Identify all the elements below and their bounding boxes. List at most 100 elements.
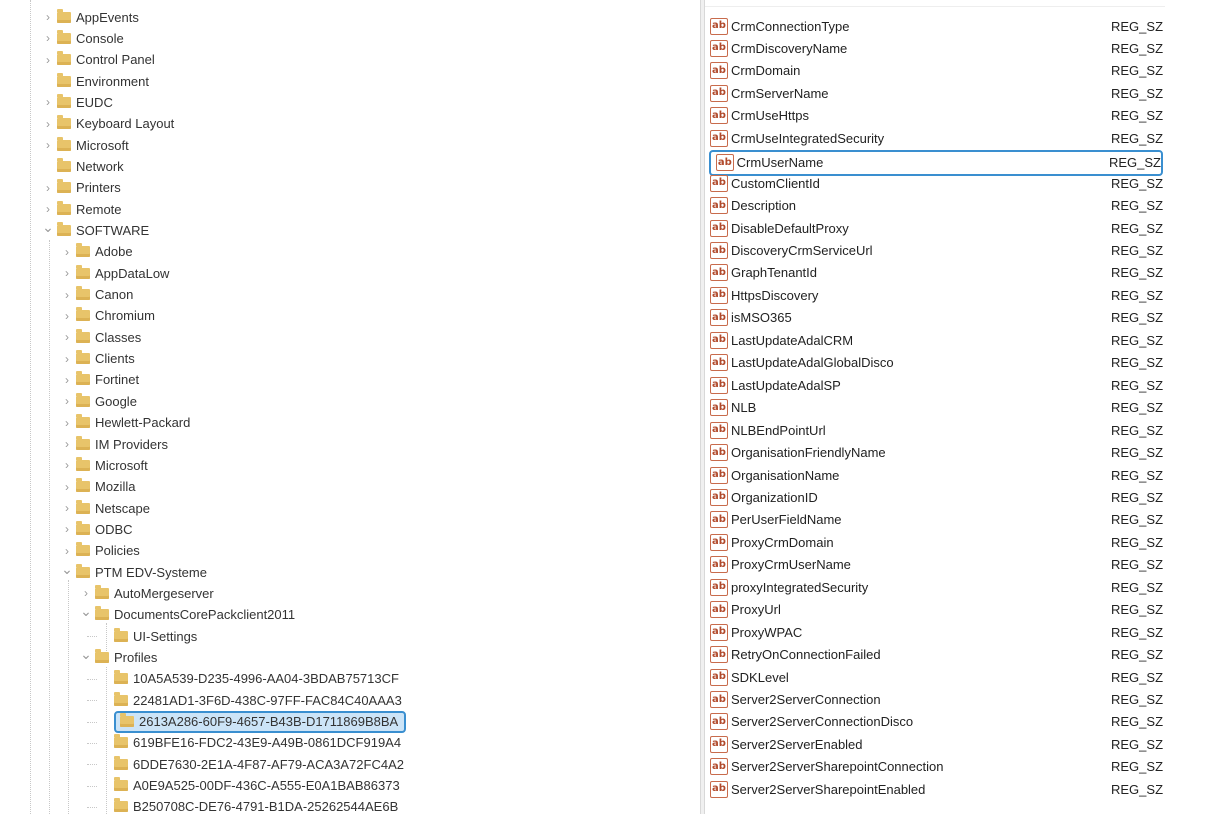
chevron-right-icon[interactable]: › xyxy=(80,583,92,603)
tree-item[interactable]: › AppDataLow xyxy=(61,263,169,283)
chevron-right-icon[interactable]: › xyxy=(42,50,54,70)
tree-item[interactable]: ›619BFE16-FDC2-43E9-A49B-0861DCF919A4 xyxy=(99,733,401,753)
registry-key-tree[interactable]: ›AppEvents›Console›Control Panel›Environ… xyxy=(0,0,700,814)
chevron-down-icon[interactable]: ⌄ xyxy=(61,559,73,579)
tree-item[interactable]: › Mozilla xyxy=(61,477,135,497)
tree-item[interactable]: › AutoMergeserver xyxy=(80,583,214,603)
value-row[interactable]: ab Server2ServerConnectionDisco REG_SZ xyxy=(705,711,1165,733)
chevron-right-icon[interactable]: › xyxy=(61,349,73,369)
value-row[interactable]: ab DiscoveryCrmServiceUrl REG_SZ xyxy=(705,240,1165,262)
chevron-right-icon[interactable]: › xyxy=(61,413,73,433)
value-row[interactable]: ab Server2ServerSharepointEnabled REG_SZ xyxy=(705,778,1165,800)
value-row[interactable]: ab ProxyUrl REG_SZ xyxy=(705,599,1165,621)
tree-item[interactable]: › ODBC xyxy=(61,519,133,539)
value-row[interactable]: ab GraphTenantId REG_SZ xyxy=(705,262,1165,284)
chevron-right-icon[interactable]: › xyxy=(61,434,73,454)
value-row[interactable]: ab Server2ServerEnabled REG_SZ xyxy=(705,733,1165,755)
tree-item[interactable]: › Classes xyxy=(61,327,141,347)
tree-item[interactable]: › Chromium xyxy=(61,306,155,326)
chevron-right-icon[interactable]: › xyxy=(61,541,73,561)
chevron-right-icon[interactable]: › xyxy=(61,242,73,262)
value-row[interactable]: ab LastUpdateAdalSP REG_SZ xyxy=(705,374,1165,396)
chevron-down-icon[interactable]: ⌄ xyxy=(80,645,92,665)
chevron-right-icon[interactable]: › xyxy=(42,92,54,112)
value-row[interactable]: ab CustomClientId REG_SZ xyxy=(705,172,1165,194)
tree-item[interactable]: ›B250708C-DE76-4791-B1DA-25262544AE6B xyxy=(99,797,398,814)
tree-item[interactable]: ›22481AD1-3F6D-438C-97FF-FAC84C40AAA3 xyxy=(99,690,402,710)
tree-item[interactable]: ›Network xyxy=(42,156,124,176)
registry-values-list[interactable]: ab CrmConnectionType REG_SZ ab CrmDiscoveryN… xyxy=(705,0,1212,814)
tree-item[interactable]: › Hewlett-Packard xyxy=(61,413,190,433)
tree-item[interactable]: ›UI-Settings xyxy=(99,626,197,646)
value-row[interactable]: ab proxyIntegratedSecurity REG_SZ xyxy=(705,576,1165,598)
chevron-right-icon[interactable]: › xyxy=(61,477,73,497)
value-row[interactable]: ab OrganisationName REG_SZ xyxy=(705,464,1165,486)
value-row[interactable]: ab Server2ServerSharepointConnection REG_S… xyxy=(705,756,1165,778)
tree-item[interactable]: › IM Providers xyxy=(61,434,168,454)
value-row[interactable]: ab ProxyWPAC REG_SZ xyxy=(705,621,1165,643)
tree-item[interactable]: ›6DDE7630-2E1A-4F87-AF79-ACA3A72FC4A2 xyxy=(99,754,404,774)
tree-item[interactable]: ⌄ DocumentsCorePackclient2011 xyxy=(80,602,295,625)
tree-item[interactable]: › Console xyxy=(42,28,124,48)
value-row[interactable]: ab NLBEndPointUrl REG_SZ xyxy=(705,419,1165,441)
chevron-right-icon[interactable]: › xyxy=(42,28,54,48)
chevron-right-icon[interactable]: › xyxy=(61,455,73,475)
value-row[interactable]: ab CrmServerName REG_SZ xyxy=(705,82,1165,104)
tree-item[interactable]: › Policies xyxy=(61,541,140,561)
tree-item[interactable]: › EUDC xyxy=(42,92,113,112)
value-row[interactable]: ab OrganizationID REG_SZ xyxy=(705,486,1165,508)
chevron-right-icon[interactable]: › xyxy=(42,199,54,219)
value-row[interactable]: ab LastUpdateAdalCRM REG_SZ xyxy=(705,329,1165,351)
value-row[interactable]: ab Server2ServerConnection REG_SZ xyxy=(705,689,1165,711)
tree-item[interactable]: › Adobe xyxy=(61,242,133,262)
tree-item[interactable]: › Keyboard Layout xyxy=(42,114,174,134)
value-row[interactable]: ab CrmUseIntegratedSecurity REG_SZ xyxy=(705,127,1165,149)
value-row[interactable]: ab isMSO365 REG_SZ xyxy=(705,307,1165,329)
tree-item[interactable]: › Clients xyxy=(61,349,135,369)
tree-item[interactable]: › Google xyxy=(61,391,137,411)
tree-item[interactable]: ›10A5A539-D235-4996-AA04-3BDAB75713CF xyxy=(99,669,399,689)
tree-item[interactable]: › AppEvents xyxy=(42,7,139,27)
chevron-right-icon[interactable]: › xyxy=(61,519,73,539)
tree-item[interactable]: ›2613A286-60F9-4657-B43B-D1711869B8BA xyxy=(99,710,407,733)
value-row[interactable]: ab PerUserFieldName REG_SZ xyxy=(705,509,1165,531)
tree-item[interactable]: › Printers xyxy=(42,178,121,198)
tree-item[interactable]: › Netscape xyxy=(61,498,150,518)
chevron-down-icon[interactable]: ⌄ xyxy=(80,602,92,622)
chevron-right-icon[interactable]: › xyxy=(61,498,73,518)
chevron-right-icon[interactable]: › xyxy=(61,327,73,347)
tree-item[interactable]: ›Environment xyxy=(42,71,149,91)
value-row[interactable]: ab SDKLevel REG_SZ xyxy=(705,666,1165,688)
tree-item[interactable]: ›A0E9A525-00DF-436C-A555-E0A1BAB86373 xyxy=(99,776,400,796)
tree-item[interactable]: › Remote xyxy=(42,199,122,219)
value-row[interactable]: ab CrmDomain REG_SZ xyxy=(705,60,1165,82)
chevron-right-icon[interactable]: › xyxy=(61,263,73,283)
value-row[interactable]: ab ProxyCrmDomain REG_SZ xyxy=(705,531,1165,553)
chevron-right-icon[interactable]: › xyxy=(42,7,54,27)
chevron-right-icon[interactable]: › xyxy=(61,306,73,326)
chevron-right-icon[interactable]: › xyxy=(42,114,54,134)
value-row[interactable]: ab RetryOnConnectionFailed REG_SZ xyxy=(705,644,1165,666)
tree-item[interactable]: ⌄ PTM EDV-Systeme xyxy=(61,559,207,582)
chevron-right-icon[interactable]: › xyxy=(42,135,54,155)
chevron-right-icon[interactable]: › xyxy=(61,370,73,390)
tree-item[interactable]: › Microsoft xyxy=(61,455,148,475)
tree-item[interactable]: ⌄ SOFTWARE xyxy=(42,218,149,241)
chevron-right-icon[interactable]: › xyxy=(42,178,54,198)
tree-item[interactable]: › Fortinet xyxy=(61,370,139,390)
selected-key-highlight[interactable]: 2613A286-60F9-4657-B43B-D1711869B8BA xyxy=(114,710,407,733)
chevron-right-icon[interactable]: › xyxy=(61,285,73,305)
chevron-down-icon[interactable]: ⌄ xyxy=(42,218,54,238)
value-row[interactable]: ab CrmUseHttps REG_SZ xyxy=(705,105,1165,127)
value-row[interactable]: ab NLB REG_SZ xyxy=(705,397,1165,419)
tree-item[interactable]: › Control Panel xyxy=(42,50,155,70)
value-row[interactable]: ab HttpsDiscovery REG_SZ xyxy=(705,284,1165,306)
value-row[interactable]: ab ProxyCrmUserName REG_SZ xyxy=(705,554,1165,576)
value-row[interactable]: ab DisableDefaultProxy REG_SZ xyxy=(705,217,1165,239)
tree-item[interactable]: › Microsoft xyxy=(42,135,129,155)
value-row[interactable]: ab LastUpdateAdalGlobalDisco REG_SZ xyxy=(705,352,1165,374)
tree-item[interactable]: › Canon xyxy=(61,285,133,305)
tree-item[interactable]: ⌄ Profiles xyxy=(80,645,157,668)
value-row[interactable]: ab CrmDiscoveryName REG_SZ xyxy=(705,37,1165,59)
value-row[interactable]: ab Description REG_SZ xyxy=(705,195,1165,217)
